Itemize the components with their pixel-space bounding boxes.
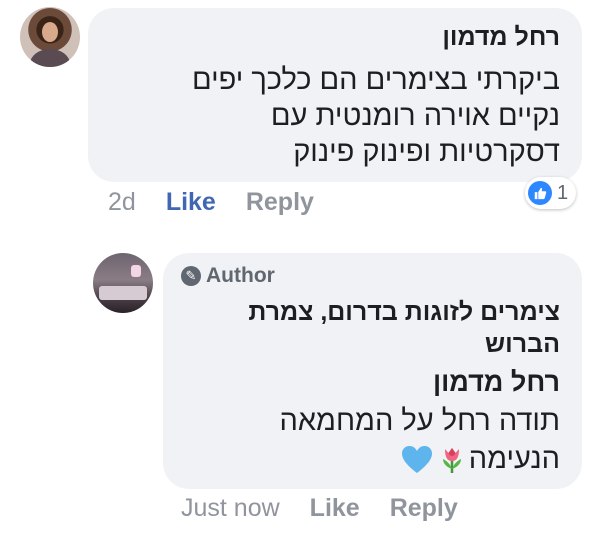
avatar-bed bbox=[99, 286, 147, 300]
pencil-icon: ✎ bbox=[181, 266, 201, 286]
comment-like-button[interactable]: Like bbox=[166, 188, 216, 217]
blue-heart-emoji bbox=[401, 445, 433, 475]
reply-bubble: ✎ Author צימרים לזוגות בדרום, צמרת הברוש… bbox=[163, 253, 582, 489]
reaction-count: 1 bbox=[557, 181, 569, 204]
reply-text-line: תודה רחל על המחמאה bbox=[279, 405, 560, 437]
author-badge-label: Author bbox=[206, 264, 275, 287]
reaction-badge[interactable]: 1 bbox=[525, 177, 577, 209]
avatar-face bbox=[42, 22, 58, 42]
reply-text-line: הנעימה bbox=[279, 440, 560, 478]
reply-page-name[interactable]: צימרים לזוגות בדרום, צמרת bbox=[248, 296, 560, 328]
comment-text: ביקרתי בצימרים הם כלכך יפים נקיים אוירה … bbox=[192, 62, 560, 170]
reply-mention[interactable]: רחל מדמון bbox=[433, 366, 560, 398]
reply-text: תודה רחל על המחמאה הנעימה bbox=[279, 402, 560, 478]
reply-reply-button[interactable]: Reply bbox=[390, 494, 458, 523]
reply-timestamp[interactable]: Just now bbox=[181, 494, 280, 523]
comment-timestamp[interactable]: 2d bbox=[108, 188, 136, 217]
comment-text-line: דסקרטיות ופינוק פינוק bbox=[293, 136, 560, 168]
comment-author-name[interactable]: רחל מדמון bbox=[442, 22, 560, 52]
commenter-avatar[interactable] bbox=[20, 7, 80, 67]
comment-actions: 2d Like Reply bbox=[108, 188, 314, 217]
avatar-shirt bbox=[30, 49, 70, 67]
comment-reply-button[interactable]: Reply bbox=[246, 188, 314, 217]
reply-page-name-line2[interactable]: הברוש bbox=[485, 328, 560, 360]
reply-like-button[interactable]: Like bbox=[310, 494, 360, 523]
comment-text-line: נקיים אוירה רומנטית עם bbox=[270, 100, 560, 132]
page-avatar[interactable] bbox=[93, 253, 153, 313]
author-badge: ✎ Author bbox=[181, 264, 275, 288]
tulip-emoji bbox=[437, 445, 467, 475]
reply-text-word: הנעימה bbox=[468, 443, 560, 475]
comment-bubble: רחל מדמון ביקרתי בצימרים הם כלכך יפים נק… bbox=[88, 8, 582, 182]
avatar-lamp bbox=[131, 265, 141, 277]
reply-actions: Just now Like Reply bbox=[181, 494, 458, 523]
comment-text-line: ביקרתי בצימרים הם כלכך יפים bbox=[192, 64, 560, 96]
thumbs-up-icon bbox=[528, 181, 552, 205]
